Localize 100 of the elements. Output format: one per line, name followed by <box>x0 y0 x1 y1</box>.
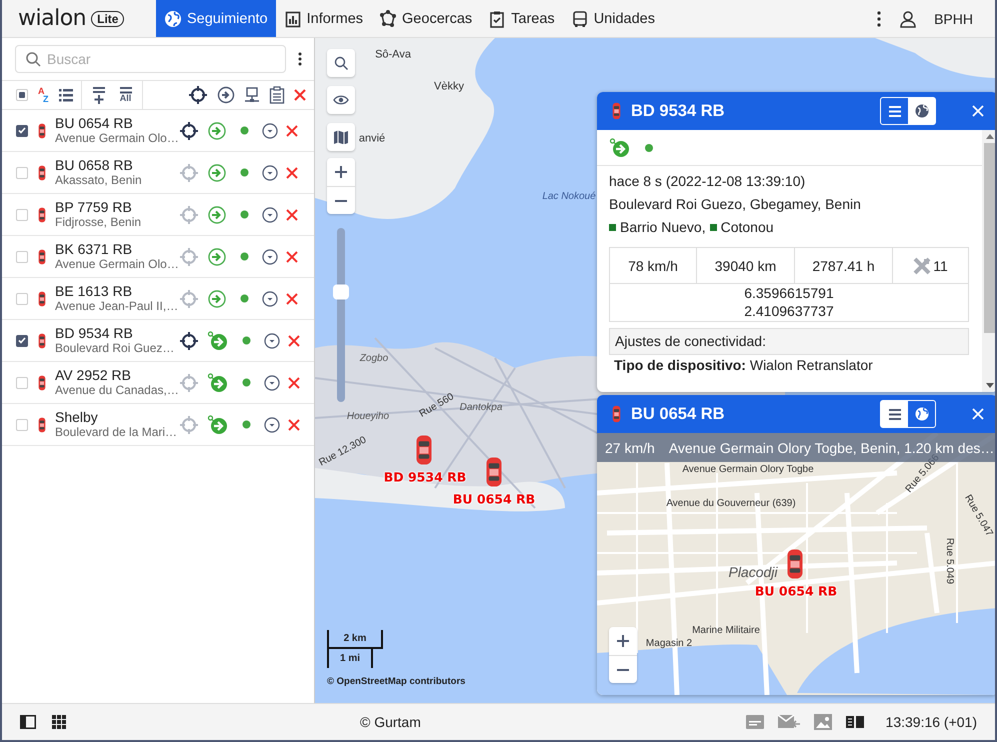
unit-name[interactable]: BP 7759 RB <box>55 199 176 215</box>
globe-icon <box>914 407 928 421</box>
map-label: Magasin 2 <box>646 639 692 649</box>
crosshair-icon[interactable] <box>179 330 199 350</box>
delete-icon[interactable] <box>288 376 300 388</box>
select-all-checkbox[interactable] <box>16 89 28 101</box>
unit-name[interactable]: BD 9534 RB <box>55 325 176 341</box>
delete-icon[interactable] <box>286 292 298 304</box>
list-view-button[interactable] <box>881 98 908 124</box>
unit-address: Boulevard Roi Guez… <box>55 341 176 356</box>
map-label: Marine Militaire <box>692 626 760 636</box>
car-icon[interactable] <box>485 456 503 488</box>
user-name[interactable]: BPHH <box>926 0 995 37</box>
car-icon[interactable] <box>415 434 433 466</box>
image-icon[interactable] <box>814 714 832 730</box>
car-icon <box>38 206 46 222</box>
unit-name[interactable]: BU 0654 RB <box>55 115 176 131</box>
delete-icon[interactable] <box>286 250 298 262</box>
unit-name[interactable]: BU 0658 RB <box>55 157 176 173</box>
map-layers-button[interactable] <box>327 123 355 151</box>
unit-name[interactable]: BK 6371 RB <box>55 241 176 257</box>
delete-icon[interactable] <box>288 418 300 430</box>
checkbox[interactable] <box>16 124 28 136</box>
delete-icon[interactable] <box>286 124 298 136</box>
delete-icon[interactable] <box>286 166 298 178</box>
car-icon[interactable] <box>786 548 804 580</box>
marker-label[interactable]: BU 0654 RB <box>452 492 536 506</box>
list-icon[interactable] <box>58 88 72 102</box>
add-all-button[interactable]: All <box>120 87 132 103</box>
scrollbar[interactable] <box>982 130 995 392</box>
coordinate: 6.3596615791 <box>744 284 834 302</box>
grid-icon[interactable] <box>52 715 66 729</box>
map-label: Avenue du Gouverneur (639) <box>666 499 796 509</box>
list-add-icon[interactable] <box>92 86 106 104</box>
plus-icon <box>335 166 347 178</box>
satellite-count: 11 <box>933 258 948 274</box>
dropdown-icon[interactable] <box>262 248 278 264</box>
more-icon[interactable] <box>298 52 302 66</box>
car-icon <box>612 405 621 423</box>
sort-button[interactable]: A Z <box>38 87 48 103</box>
dropdown-icon[interactable] <box>264 374 280 390</box>
unit-address: Avenue Jean-Paul II,… <box>55 299 176 314</box>
map-label: Houeyiho <box>346 412 390 422</box>
dropdown-icon[interactable] <box>264 332 280 348</box>
location: Avenue Germain Olory Togbe, Benin, 1.20 km des… <box>668 440 994 456</box>
scroll-up-icon <box>986 134 994 139</box>
search-field[interactable]: Buscar <box>15 45 286 73</box>
status-dot-icon <box>645 144 653 152</box>
geofence-name[interactable]: Cotonou <box>720 219 774 235</box>
dropdown-icon[interactable] <box>262 164 278 180</box>
delete-icon[interactable] <box>288 334 300 346</box>
crosshair-icon[interactable] <box>188 85 208 105</box>
dropdown-icon[interactable] <box>264 416 280 432</box>
network-icon[interactable] <box>244 87 260 103</box>
geofence-name[interactable]: Barrio Nuevo, <box>620 219 706 235</box>
checkbox[interactable] <box>16 334 28 346</box>
popup-title: BU 0654 RB <box>631 404 725 424</box>
popup-title: BD 9534 RB <box>631 102 725 120</box>
close-button[interactable] <box>972 105 984 117</box>
nav-tab[interactable]: Seguimiento <box>156 0 276 37</box>
nav-tab[interactable]: Tareas <box>480 0 563 37</box>
search-button[interactable] <box>327 49 355 77</box>
arrow-icon[interactable] <box>207 330 229 350</box>
mail-arrow-icon[interactable] <box>778 715 800 729</box>
slider-thumb[interactable] <box>333 284 349 300</box>
close-button[interactable] <box>972 408 984 420</box>
panels-icon[interactable] <box>846 716 864 728</box>
more-icon[interactable] <box>877 10 882 26</box>
user-icon[interactable] <box>899 10 918 28</box>
arrow-icon[interactable] <box>207 414 229 434</box>
eye-button[interactable] <box>327 86 355 114</box>
geofence-square-icon <box>710 224 717 230</box>
nav-tab[interactable]: Unidades <box>562 0 663 37</box>
map-view-button[interactable] <box>908 401 935 427</box>
last-message-time: hace 8 s (2022-12-08 13:39:10) <box>609 174 806 189</box>
panel-toggle-icon[interactable] <box>20 715 36 729</box>
arrow-icon[interactable] <box>609 138 631 158</box>
nav-tab[interactable]: Geocercas <box>371 0 480 37</box>
list-icon <box>888 106 900 116</box>
dropdown-icon[interactable] <box>262 122 278 138</box>
unit-name[interactable]: Shelby <box>55 409 176 425</box>
nav-tab[interactable]: Informes <box>276 0 372 37</box>
coordinate: 2.4109637737 <box>744 302 834 320</box>
dropdown-icon[interactable] <box>262 290 278 306</box>
geofence-square-icon <box>609 224 616 230</box>
crosshair-icon[interactable] <box>179 120 199 140</box>
unit-name[interactable]: AV 2952 RB <box>55 367 176 383</box>
arrow-icon[interactable] <box>207 372 229 392</box>
unit-address: Avenue Germain Olo… <box>55 257 176 272</box>
card-icon[interactable] <box>746 715 764 729</box>
marker-label[interactable]: BU 0654 RB <box>754 584 838 598</box>
plus-icon <box>617 635 629 647</box>
delete-icon[interactable] <box>286 208 298 220</box>
map-label: anvié <box>358 134 386 144</box>
delete-icon[interactable] <box>294 89 306 101</box>
map-label: Placodji <box>728 565 778 579</box>
clipboard-icon[interactable] <box>269 86 285 104</box>
unit-name[interactable]: BE 1613 RB <box>55 283 176 299</box>
bar-chart-icon <box>284 10 302 28</box>
dropdown-icon[interactable] <box>262 206 278 222</box>
